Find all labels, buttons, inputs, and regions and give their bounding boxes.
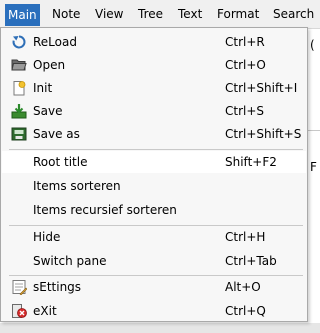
menu-item-label: Switch pane: [33, 254, 107, 268]
menu-item-sort-items[interactable]: Items sorteren: [2, 175, 306, 197]
background-status-area: [0, 323, 320, 333]
save-as-icon: [11, 126, 27, 142]
menu-item-shortcut: Ctrl+R: [225, 35, 265, 49]
menu-item-root-title[interactable]: Root title Shift+F2: [2, 151, 306, 173]
menu-item-settings[interactable]: sEttings Alt+O: [2, 276, 306, 298]
menu-item-shortcut: Ctrl+Shift+I: [225, 81, 298, 95]
exit-icon: [11, 303, 27, 319]
menu-item-label: Save: [33, 104, 63, 118]
menu-main[interactable]: Main: [5, 4, 40, 26]
menu-item-open[interactable]: Open Ctrl+O: [2, 54, 306, 76]
menu-item-label: sEttings: [33, 280, 82, 294]
menu-item-sort-items-recursive[interactable]: Items recursief sorteren: [2, 199, 306, 221]
menu-item-label: Init: [33, 81, 53, 95]
menu-note[interactable]: Note: [52, 0, 80, 28]
menu-view[interactable]: View: [95, 0, 123, 28]
menu-separator: [9, 149, 303, 150]
menu-item-save-as[interactable]: Save as Ctrl+Shift+S: [2, 123, 306, 145]
background-divider: [308, 130, 320, 131]
folder-open-icon: [11, 57, 27, 73]
main-menu-dropdown: ReLoad Ctrl+R Open Ctrl+O Init Ctrl+Shif…: [0, 27, 308, 322]
menu-search[interactable]: Search: [273, 0, 314, 28]
menu-item-shortcut: Alt+O: [225, 280, 261, 294]
menu-item-label: Open: [33, 58, 66, 72]
menu-item-shortcut: Shift+F2: [225, 155, 277, 169]
menu-item-init[interactable]: Init Ctrl+Shift+I: [2, 77, 306, 99]
menu-item-shortcut: Ctrl+O: [225, 58, 266, 72]
background-text-fragment: F: [310, 160, 317, 174]
background-text-fragment: (: [310, 38, 315, 52]
menu-item-reload[interactable]: ReLoad Ctrl+R: [2, 31, 306, 53]
menu-item-label: Items recursief sorteren: [33, 203, 177, 217]
menu-bar: Main Note View Tree Text Format Search: [0, 0, 320, 29]
menu-item-save[interactable]: Save Ctrl+S: [2, 100, 306, 122]
menu-tree[interactable]: Tree: [138, 0, 163, 28]
menu-item-shortcut: Ctrl+Tab: [225, 254, 277, 268]
menu-item-hide[interactable]: Hide Ctrl+H: [2, 226, 306, 248]
menu-item-label: eXit: [33, 304, 57, 318]
menu-item-label: Save as: [33, 127, 80, 141]
menu-item-shortcut: Ctrl+Q: [225, 304, 266, 318]
menu-item-label: Hide: [33, 230, 61, 244]
save-icon: [11, 103, 27, 119]
new-document-icon: [11, 80, 27, 96]
menu-item-switch-pane[interactable]: Switch pane Ctrl+Tab: [2, 250, 306, 272]
menu-item-label: Root title: [33, 155, 88, 169]
menu-format[interactable]: Format: [217, 0, 259, 28]
menu-item-shortcut: Ctrl+S: [225, 104, 265, 118]
menu-text[interactable]: Text: [178, 0, 202, 28]
menu-item-shortcut: Ctrl+H: [225, 230, 266, 244]
settings-icon: [11, 279, 28, 296]
menu-item-shortcut: Ctrl+Shift+S: [225, 127, 302, 141]
menu-item-label: Items sorteren: [33, 179, 121, 193]
reload-icon: [11, 34, 27, 50]
menu-item-label: ReLoad: [33, 35, 77, 49]
menu-item-exit[interactable]: eXit Ctrl+Q: [2, 300, 306, 322]
